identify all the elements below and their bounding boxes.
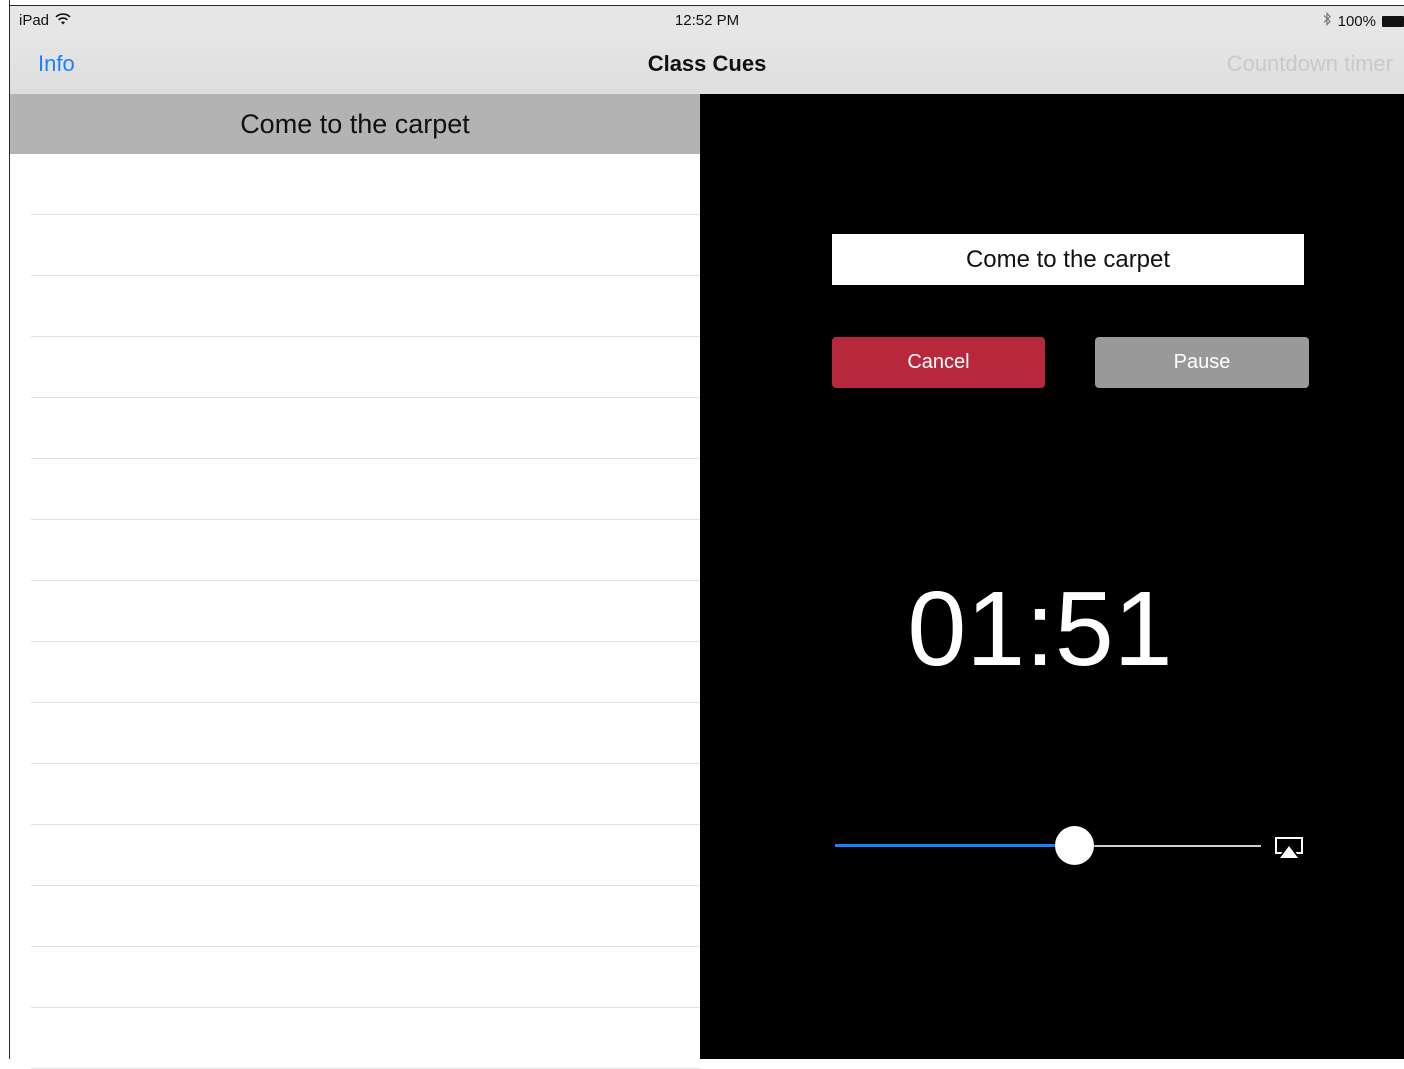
list-item[interactable]	[10, 337, 700, 398]
airplay-icon[interactable]	[1272, 834, 1306, 862]
list-item[interactable]	[10, 947, 700, 1008]
nav-title: Class Cues	[647, 51, 767, 76]
status-bar: iPad 12:52 PM 100%	[10, 6, 1404, 34]
cancel-button[interactable]: Cancel	[832, 337, 1045, 388]
app-frame: iPad 12:52 PM 100% Info Class Cues Count…	[0, 0, 1404, 1069]
list-item[interactable]	[10, 398, 700, 459]
list-item[interactable]	[10, 215, 700, 276]
status-time: 12:52 PM	[674, 12, 740, 29]
volume-slider-thumb[interactable]	[1055, 826, 1094, 865]
status-right-group: 100%	[1322, 12, 1404, 30]
list-item[interactable]	[10, 703, 700, 764]
cue-list	[10, 154, 700, 1069]
list-item[interactable]	[10, 764, 700, 825]
list-item[interactable]	[10, 1008, 700, 1069]
pause-button[interactable]: Pause	[1095, 337, 1309, 388]
volume-slider[interactable]	[835, 826, 1261, 866]
list-item[interactable]	[10, 825, 700, 886]
list-item[interactable]	[10, 886, 700, 947]
countdown-timer-button[interactable]: Countdown timer	[1227, 51, 1393, 77]
battery-percent: 100%	[1337, 12, 1376, 30]
volume-slider-fill	[835, 844, 1074, 847]
bluetooth-icon	[1322, 12, 1332, 30]
list-item[interactable]	[10, 520, 700, 581]
selected-cue-header[interactable]: Come to the carpet	[10, 94, 700, 154]
list-item[interactable]	[10, 642, 700, 703]
list-item[interactable]	[10, 459, 700, 520]
cue-list-pane: Come to the carpet	[10, 94, 700, 1069]
battery-icon	[1382, 15, 1404, 27]
list-item[interactable]	[10, 154, 700, 215]
navigation-bar: Info Class Cues Countdown timer	[10, 34, 1404, 94]
countdown-time: 01:51	[907, 570, 1173, 688]
cue-text-box: Come to the carpet	[832, 234, 1304, 285]
list-item[interactable]	[10, 276, 700, 337]
list-item[interactable]	[10, 581, 700, 642]
countdown-panel: Come to the carpet Cancel Pause 01:51	[700, 94, 1404, 1059]
